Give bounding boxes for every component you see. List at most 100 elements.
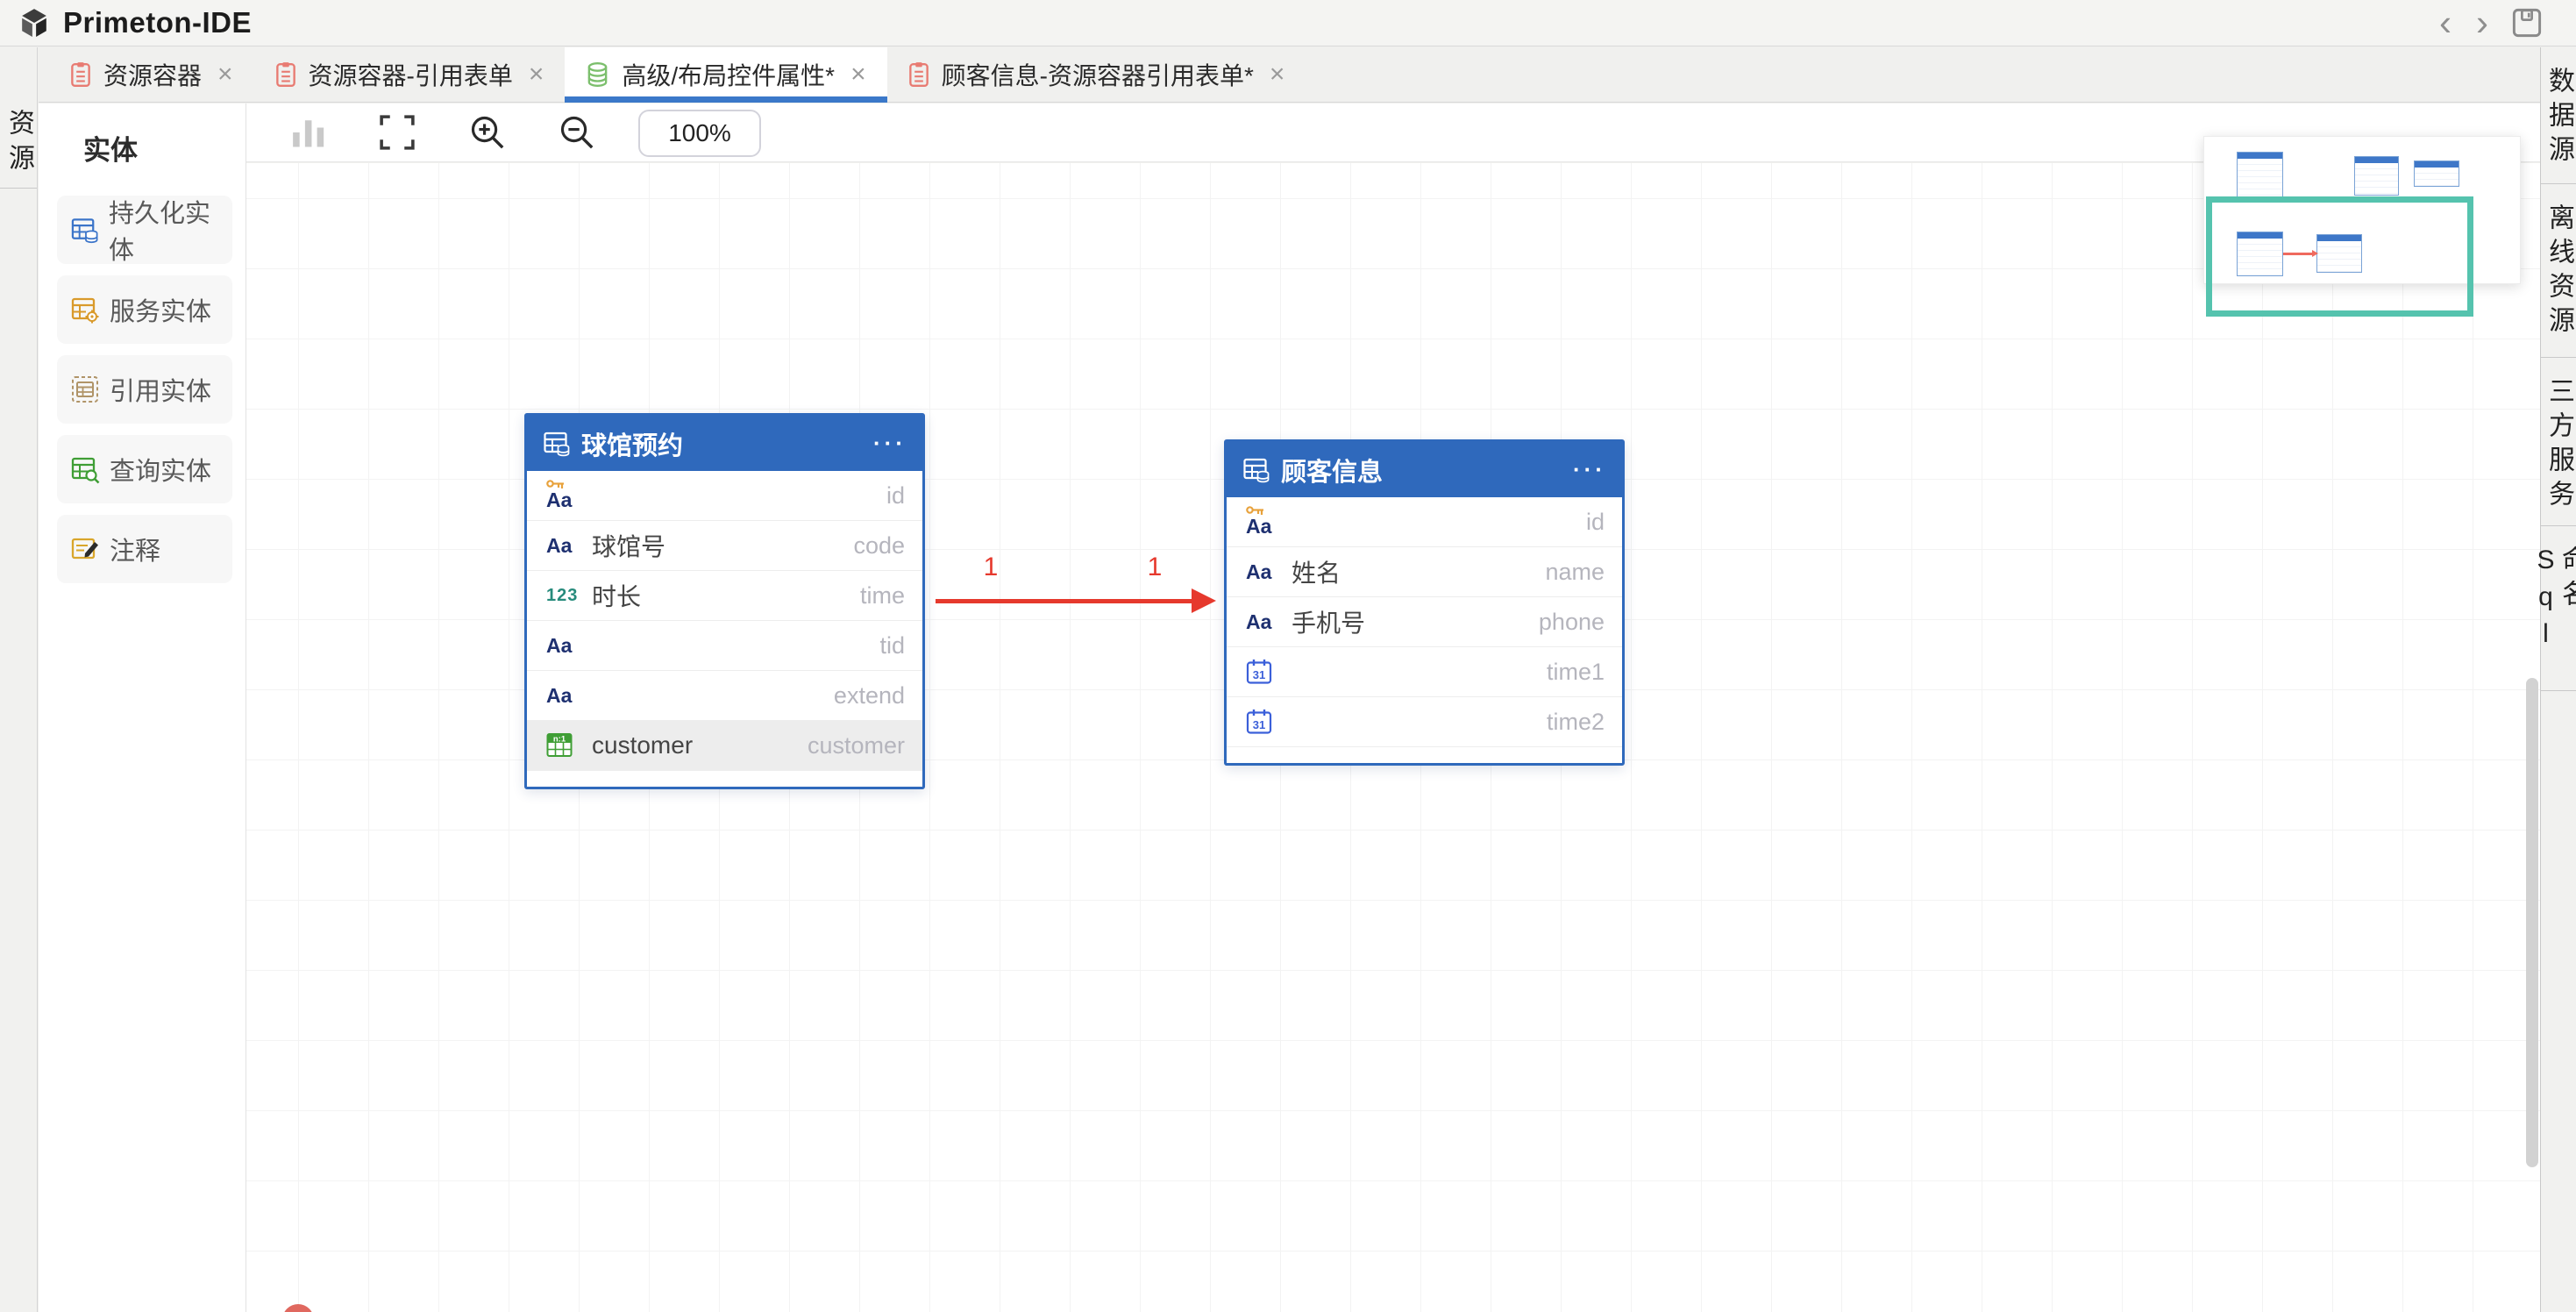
tab-resource-container-ref-form[interactable]: 资源容器-引用表单 × xyxy=(254,47,566,102)
nav-back-icon[interactable]: ‹ xyxy=(2427,5,2464,40)
minimap-entity xyxy=(2237,152,2283,197)
field-row-id[interactable]: Aa id xyxy=(527,471,922,521)
form-icon-red xyxy=(275,61,296,88)
tab-advanced-layout-widget-props[interactable]: 高级/布局控件属性* × xyxy=(565,47,886,102)
tab-close-icon[interactable]: × xyxy=(1270,60,1285,89)
field-code: id xyxy=(886,482,905,510)
relation-source-cardinality: 1 xyxy=(964,553,1017,582)
left-rail: 资源 xyxy=(0,47,38,1312)
rail-tab-offline-resources[interactable]: 离线资源 xyxy=(2541,184,2576,358)
svg-text:31: 31 xyxy=(1253,718,1265,731)
string-type-icon: Aa xyxy=(1246,610,1271,634)
svg-text:31: 31 xyxy=(1253,668,1265,681)
field-name: 手机号 xyxy=(1292,604,1365,639)
entity-table-icon xyxy=(543,430,571,458)
notification-dot[interactable] xyxy=(282,1304,314,1312)
field-code: time xyxy=(860,582,905,610)
field-code: tid xyxy=(879,632,905,660)
tab-label: 资源容器 xyxy=(103,57,202,92)
app-header: Primeton-IDE ‹ › xyxy=(0,0,2576,46)
tab-label: 高级/布局控件属性* xyxy=(622,57,835,92)
rail-tab-label: 命名Sql xyxy=(2532,545,2576,690)
entity-card-customer-info[interactable]: 顾客信息 ··· Aa id Aa 姓名 xyxy=(1224,439,1625,766)
entity-table-icon xyxy=(1242,456,1270,484)
tab-label: 顾客信息-资源容器引用表单* xyxy=(942,57,1254,92)
palette-item-persistent-entity[interactable]: 持久化实体 xyxy=(57,196,232,264)
editor-tabbar: 资源容器 × 资源容器-引用表单 × 高级/布局控件属性* × xyxy=(39,47,2540,103)
string-type-icon: Aa xyxy=(546,490,572,510)
field-row-extend[interactable]: Aa extend xyxy=(527,671,922,721)
diagram-canvas[interactable]: 球馆预约 ··· Aa id Aa 球馆号 xyxy=(246,163,2540,1312)
persistent-entity-icon xyxy=(70,215,99,245)
rail-tab-label: 三方服务 xyxy=(2545,377,2572,525)
zoom-in-icon[interactable] xyxy=(468,113,507,152)
zoom-level-input[interactable]: 100% xyxy=(638,110,761,157)
minimap-entity xyxy=(2414,160,2459,187)
tab-close-icon[interactable]: × xyxy=(850,60,866,89)
tab-resource-container[interactable]: 资源容器 × xyxy=(49,47,254,102)
service-entity-icon xyxy=(70,295,100,324)
entity-card-gym-reservation[interactable]: 球馆预约 ··· Aa id Aa 球馆号 xyxy=(524,413,925,789)
database-icon-green xyxy=(586,61,609,88)
field-row-tid[interactable]: Aa tid xyxy=(527,621,922,671)
field-row-time[interactable]: 123 时长 time xyxy=(527,571,922,621)
field-row-id[interactable]: Aa id xyxy=(1227,497,1622,547)
entity-more-icon[interactable]: ··· xyxy=(873,430,907,457)
rail-tab-data-source[interactable]: 数据源 xyxy=(2541,47,2576,184)
rail-tab-resources-label: 资源 xyxy=(5,109,32,188)
tab-close-icon[interactable]: × xyxy=(529,60,544,89)
field-row-time2[interactable]: 31 time2 xyxy=(1227,697,1622,747)
palette-title: 实体 xyxy=(83,128,246,168)
minimap-viewport-rect[interactable] xyxy=(2206,196,2473,317)
date-type-icon: 31 xyxy=(1246,659,1272,685)
field-name: 球馆号 xyxy=(592,528,665,563)
fit-screen-icon[interactable] xyxy=(378,113,416,152)
nav-forward-icon[interactable]: › xyxy=(2464,5,2501,40)
string-type-icon: Aa xyxy=(1246,560,1271,584)
reference-entity-icon xyxy=(70,374,100,404)
string-type-icon: Aa xyxy=(1246,517,1271,537)
palette-item-service-entity[interactable]: 服务实体 xyxy=(57,275,232,344)
relation-arrow-line[interactable] xyxy=(936,599,1195,603)
rail-tab-label: 数据源 xyxy=(2545,67,2572,183)
field-code: id xyxy=(1586,509,1605,536)
svg-text:n:1: n:1 xyxy=(553,734,566,744)
rail-tab-third-party-services[interactable]: 三方服务 xyxy=(2541,358,2576,526)
entity-title: 球馆预约 xyxy=(581,425,863,462)
zoom-out-icon[interactable] xyxy=(558,113,596,152)
palette-item-query-entity[interactable]: 查询实体 xyxy=(57,435,232,503)
field-row-phone[interactable]: Aa 手机号 phone xyxy=(1227,597,1622,647)
minimap-entity xyxy=(2354,156,2399,196)
rail-tab-named-sql[interactable]: 命名Sql xyxy=(2541,526,2576,691)
canvas-vertical-scrollbar[interactable] xyxy=(2526,678,2538,1167)
rail-tab-resources[interactable]: 资源 xyxy=(0,47,37,189)
field-row-time1[interactable]: 31 time1 xyxy=(1227,647,1622,697)
field-name: 姓名 xyxy=(1292,554,1341,589)
field-code: time2 xyxy=(1547,709,1605,736)
palette-item-label: 注释 xyxy=(110,531,160,567)
entity-more-icon[interactable]: ··· xyxy=(1573,456,1606,483)
palette-item-note[interactable]: 注释 xyxy=(57,515,232,583)
canvas-toolbar: 100% xyxy=(246,103,2540,162)
bar-chart-icon[interactable] xyxy=(289,113,328,152)
field-row-code[interactable]: Aa 球馆号 code xyxy=(527,521,922,571)
tab-customer-info-ref-form[interactable]: 顾客信息-资源容器引用表单* × xyxy=(887,47,1306,102)
save-button[interactable] xyxy=(2511,7,2543,39)
palette-item-reference-entity[interactable]: 引用实体 xyxy=(57,355,232,424)
relation-target-cardinality: 1 xyxy=(1128,553,1181,582)
field-code: code xyxy=(853,532,905,560)
field-row-name[interactable]: Aa 姓名 name xyxy=(1227,547,1622,597)
query-entity-icon xyxy=(70,454,100,484)
app-title: Primeton-IDE xyxy=(63,6,252,39)
entity-header[interactable]: 球馆预约 ··· xyxy=(527,416,922,471)
entity-header[interactable]: 顾客信息 ··· xyxy=(1227,442,1622,497)
entity-palette: 实体 持久化实体 xyxy=(39,103,246,1312)
field-row-customer[interactable]: n:1 customer customer xyxy=(527,721,922,771)
palette-item-label: 服务实体 xyxy=(110,291,211,328)
field-name: 时长 xyxy=(592,578,641,613)
save-icon xyxy=(2511,7,2543,39)
app-logo-icon xyxy=(19,8,49,38)
tab-label: 资源容器-引用表单 xyxy=(309,57,513,92)
tab-close-icon[interactable]: × xyxy=(217,60,233,89)
field-code: extend xyxy=(834,682,905,709)
